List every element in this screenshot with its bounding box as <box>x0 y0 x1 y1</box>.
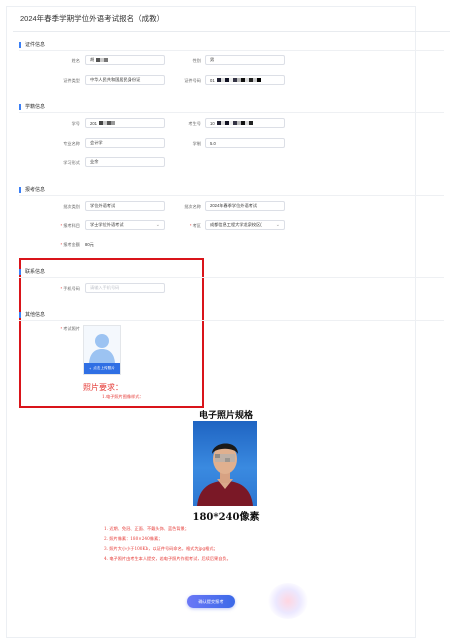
photo-size-label: 180*240像素 <box>192 512 260 523</box>
submit-button[interactable]: 确认提交报考 <box>187 595 235 608</box>
study-mode-value: 业余 <box>90 159 99 164</box>
exam-no-label: 考生号 <box>188 121 201 126</box>
doc-type-value: 中华人民共和国居民身份证 <box>90 77 141 82</box>
batch-name-label: 批次名称 <box>184 204 201 209</box>
section-student-info: 学籍信息 <box>19 103 45 110</box>
section-exam-info: 报考信息 <box>19 186 45 193</box>
section-divider <box>19 112 444 113</box>
study-mode-field[interactable]: 业余 <box>85 157 165 167</box>
section-divider <box>19 195 444 196</box>
campus-label: * 考区 <box>161 223 201 229</box>
exam-no-value: 10 <box>210 120 215 126</box>
student-id-label: 学号 <box>71 121 80 126</box>
avatar-placeholder <box>84 326 120 363</box>
photo-rule: 2. 照片像素：180×240像素； <box>104 536 163 541</box>
subject-value: 学士学位外语考试 <box>90 222 124 227</box>
doc-no-value: 01 <box>210 77 215 83</box>
name-value: 胡 <box>90 57 95 62</box>
duration-label: 学制 <box>192 141 201 146</box>
batch-type-value: 学位外语考试 <box>90 203 116 208</box>
phone-input[interactable]: 请输入手机号码 <box>85 283 165 293</box>
section-divider <box>19 320 444 321</box>
section-divider <box>19 50 444 51</box>
campus-select[interactable]: 成都信息工程大学龙泉校区( ⌄ <box>205 220 285 230</box>
chevron-down-icon: ⌄ <box>155 222 160 228</box>
batch-type-label: 批次类别 <box>63 204 80 209</box>
fee-value: 80元 <box>85 242 94 247</box>
doc-no-label: 证件号码 <box>184 78 201 83</box>
campus-value: 成都信息工程大学龙泉校区( <box>210 222 262 227</box>
major-value: 会计学 <box>90 140 103 145</box>
section-marker <box>19 268 21 275</box>
name-label: 姓名 <box>71 58 80 63</box>
subject-label-text: 报考科目 <box>63 223 80 228</box>
upload-label: 点击上传照片 <box>93 366 115 370</box>
section-marker <box>19 41 21 48</box>
section-title: 报考信息 <box>25 187 46 193</box>
chevron-down-icon: ⌄ <box>275 222 280 228</box>
major-label: 专业名称 <box>63 141 80 146</box>
section-marker <box>19 186 21 193</box>
sample-portrait-image <box>197 443 253 506</box>
duration-field[interactable]: 5.0 <box>205 138 285 148</box>
phone-placeholder: 请输入手机号码 <box>90 285 120 290</box>
section-title: 联系信息 <box>25 269 46 275</box>
batch-name-field[interactable]: 2024年春季学位外语考试 <box>205 201 285 211</box>
redaction-mosaic <box>216 78 261 82</box>
fee-label-text: 报考金额 <box>63 242 80 247</box>
section-title: 证件信息 <box>25 42 46 48</box>
redaction-mosaic <box>216 121 253 125</box>
subject-select[interactable]: 学士学位外语考试 ⌄ <box>85 220 165 230</box>
batch-name-value: 2024年春季学位外语考试 <box>210 203 258 208</box>
study-mode-label: 学习形式 <box>63 160 80 165</box>
photo-spec-title: 电子照片规格 <box>198 411 253 421</box>
sample-photo <box>193 421 257 506</box>
redaction-mosaic <box>99 121 115 125</box>
photo-rules-list: 1. 近期、免冠、正面、不戴头饰、蓝色背景； 2. 照片像素：180×240像素… <box>104 524 231 564</box>
campus-label-text: 考区 <box>192 223 201 228</box>
photo-rule: 4. 电子照片由考生本人提交，若电子照片作假考试，后续后果自负。 <box>104 556 231 561</box>
section-other-info: 其他信息 <box>19 311 45 318</box>
exam-no-field[interactable]: 10 <box>205 118 285 128</box>
decorative-glow <box>268 583 308 619</box>
major-field[interactable]: 会计学 <box>85 138 165 148</box>
photo-label-text: 考试照片 <box>63 326 80 331</box>
gender-value: 男 <box>210 57 215 62</box>
student-id-field[interactable]: 201 <box>85 118 165 128</box>
page-title: 2024年春季学期学位外语考试报名（成教） <box>20 14 165 23</box>
batch-type-field[interactable]: 学位外语考试 <box>85 201 165 211</box>
photo-requirement-title: 照片要求： <box>83 383 123 392</box>
redaction-mosaic <box>96 58 109 62</box>
duration-value: 5.0 <box>210 140 216 146</box>
section-title: 其他信息 <box>25 312 46 318</box>
gender-field[interactable]: 男 <box>205 55 285 65</box>
doc-type-label: 证件类型 <box>63 78 80 83</box>
student-id-value: 201 <box>90 120 97 126</box>
phone-label-text: 手机号码 <box>63 286 80 291</box>
section-title: 学籍信息 <box>25 104 46 110</box>
doc-type-field[interactable]: 中华人民共和国居民身份证 <box>85 75 165 85</box>
section-contact-info: 联系信息 <box>19 268 45 275</box>
name-field[interactable]: 胡 <box>85 55 165 65</box>
photo-rule: 3. 照片大小小于100Kb，以证件号码命名，格式为jpg格式； <box>104 546 218 551</box>
gender-label: 性别 <box>192 58 201 63</box>
section-id-info: 证件信息 <box>19 41 45 48</box>
photo-requirement-item: 1.电子照片图像样式： <box>102 394 144 399</box>
photo-label: * 考试照片 <box>40 326 80 332</box>
phone-label: * 手机号码 <box>40 286 80 292</box>
photo-upload-card[interactable]: + 点击上传照片 <box>83 325 121 375</box>
section-marker <box>19 311 21 318</box>
upload-photo-button[interactable]: + 点击上传照片 <box>84 363 120 374</box>
section-marker <box>19 103 21 110</box>
subject-label: * 报考科目 <box>40 223 80 229</box>
person-silhouette-icon <box>89 334 115 363</box>
section-divider <box>19 277 444 278</box>
fee-label: * 报考金额 <box>40 242 80 248</box>
plus-icon: + <box>89 366 92 371</box>
title-divider <box>13 31 450 32</box>
doc-no-field[interactable]: 01 <box>205 75 285 85</box>
photo-rule: 1. 近期、免冠、正面、不戴头饰、蓝色背景； <box>104 526 189 531</box>
